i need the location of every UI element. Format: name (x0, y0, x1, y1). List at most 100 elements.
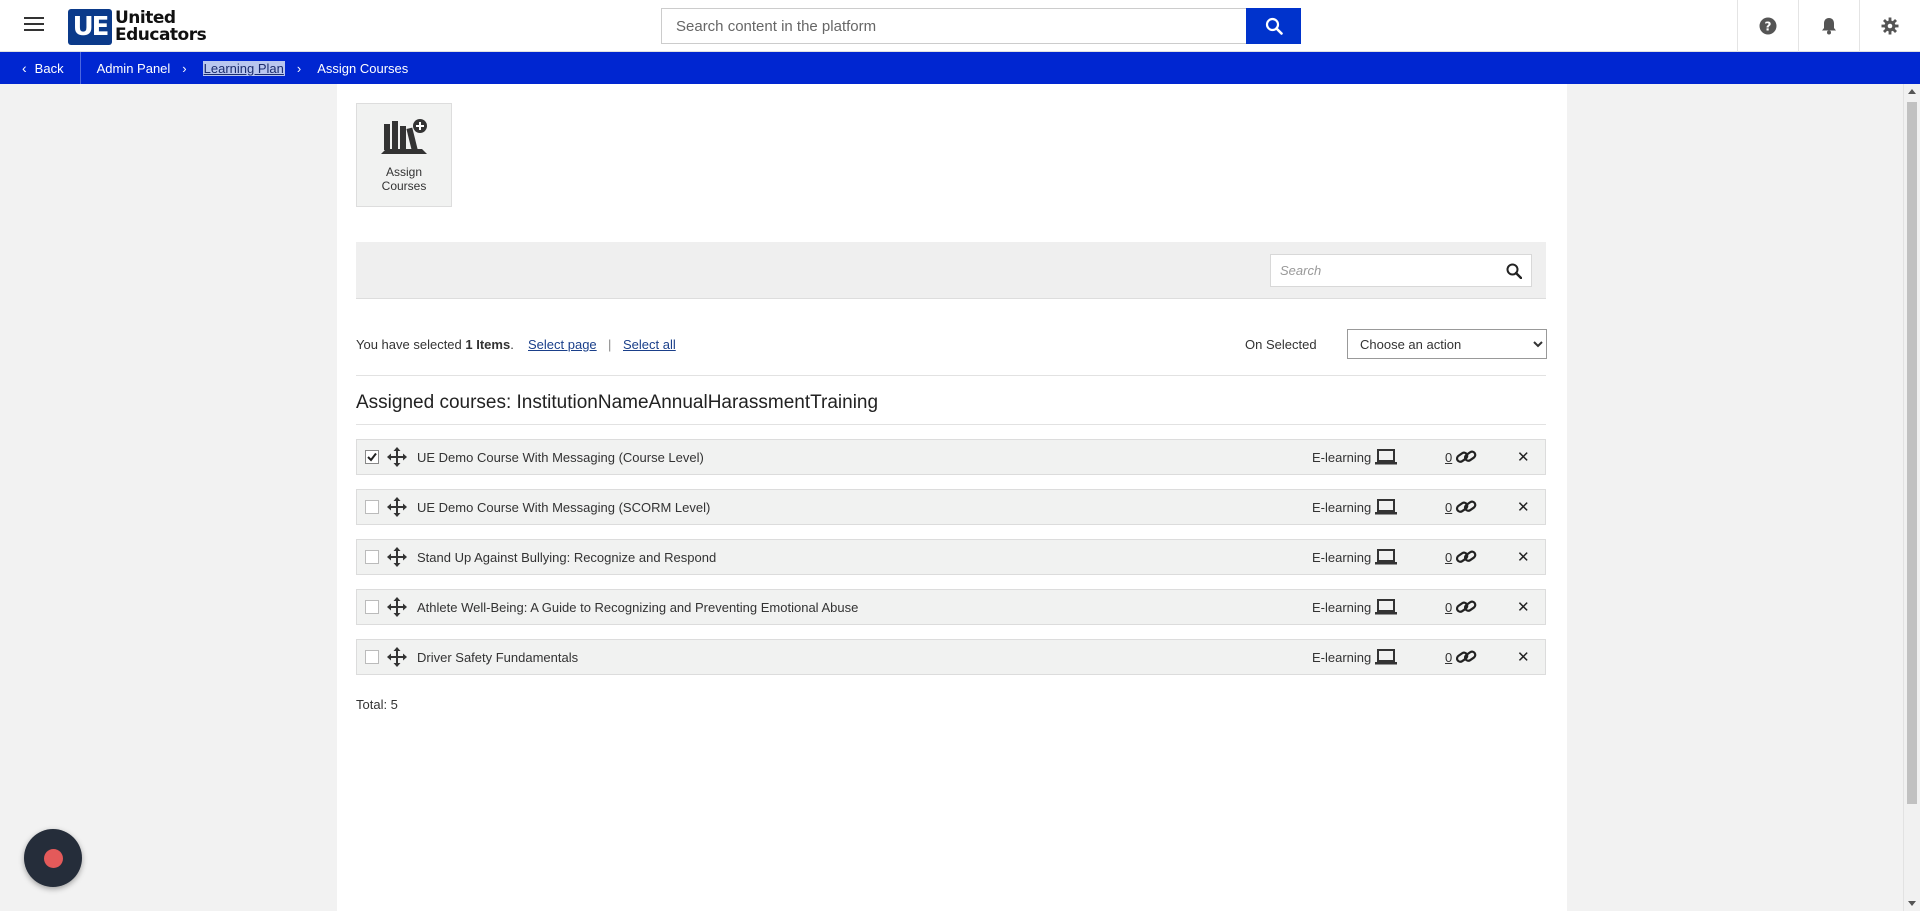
row-checkbox[interactable] (365, 650, 379, 664)
search-icon (1506, 263, 1522, 279)
assign-courses-button[interactable]: Assign Courses (356, 103, 452, 207)
close-icon[interactable]: ✕ (1517, 598, 1530, 616)
link-icon[interactable] (1455, 598, 1477, 619)
page-scrollbar[interactable] (1903, 84, 1920, 911)
books-add-icon (357, 118, 451, 161)
course-search-input[interactable] (1271, 255, 1497, 286)
top-header: UE United Educators ? (0, 0, 1920, 52)
course-row[interactable]: UE Demo Course With Messaging (SCORM Lev… (356, 489, 1546, 525)
move-handle-icon[interactable] (387, 597, 407, 617)
filter-bar (356, 242, 1546, 299)
row-checkbox[interactable] (365, 600, 379, 614)
global-search (661, 8, 1301, 44)
chevron-right-icon: › (182, 60, 187, 76)
link-icon[interactable] (1455, 548, 1477, 569)
header-actions: ? (1737, 0, 1920, 52)
global-search-button[interactable] (1246, 8, 1301, 44)
course-link-count[interactable]: 0 (1445, 550, 1452, 565)
selection-count: 1 Items (465, 337, 511, 352)
notifications-button[interactable] (1798, 0, 1859, 52)
record-button[interactable] (24, 829, 82, 887)
breadcrumb-bar: ‹ Back Admin Panel › Learning Plan › Ass… (0, 52, 1920, 84)
laptop-icon (1375, 549, 1397, 568)
link-icon[interactable] (1455, 648, 1477, 669)
selection-suffix: . (510, 337, 514, 352)
course-link-count[interactable]: 0 (1445, 600, 1452, 615)
scroll-down-arrow-icon[interactable] (1908, 901, 1916, 906)
course-name: Athlete Well-Being: A Guide to Recognizi… (417, 600, 859, 615)
search-icon (1265, 17, 1283, 35)
record-icon (43, 848, 63, 868)
close-icon[interactable]: ✕ (1517, 498, 1530, 516)
back-button[interactable]: ‹ Back (0, 52, 81, 84)
scroll-thumb[interactable] (1907, 102, 1917, 804)
bulk-action-select[interactable]: Choose an action (1347, 329, 1547, 359)
svg-text:?: ? (1765, 20, 1772, 34)
logo-text: United Educators (115, 10, 207, 45)
selection-row: You have selected 1 Items. Select page |… (356, 329, 1547, 359)
assign-courses-label-line2: Courses (381, 179, 427, 193)
chevron-right-icon: › (296, 60, 302, 76)
chevron-left-icon: ‹ (22, 60, 27, 76)
course-row[interactable]: Athlete Well-Being: A Guide to Recognizi… (356, 589, 1546, 625)
total-count: Total: 5 (356, 697, 398, 712)
help-icon: ? (1759, 17, 1777, 35)
course-type: E-learning (1312, 650, 1372, 665)
row-checkbox[interactable] (365, 500, 379, 514)
laptop-icon (1375, 499, 1397, 518)
hamburger-menu-icon[interactable] (24, 17, 44, 33)
laptop-icon (1375, 449, 1397, 468)
course-link-count[interactable]: 0 (1445, 500, 1452, 515)
logo[interactable]: UE United Educators (68, 8, 207, 46)
assigned-courses-title: Assigned courses: InstitutionNameAnnualH… (356, 392, 879, 413)
divider (356, 424, 1546, 425)
move-handle-icon[interactable] (387, 497, 407, 517)
breadcrumb-assign-courses: Assign Courses (317, 60, 409, 76)
row-checkbox[interactable] (365, 550, 379, 564)
selection-summary: You have selected 1 Items. (356, 337, 514, 352)
course-link-count[interactable]: 0 (1445, 650, 1452, 665)
settings-button[interactable] (1859, 0, 1920, 52)
link-icon[interactable] (1455, 498, 1477, 519)
course-name: Stand Up Against Bullying: Recognize and… (417, 550, 717, 565)
scroll-up-arrow-icon[interactable] (1908, 89, 1916, 94)
course-row[interactable]: Stand Up Against Bullying: Recognize and… (356, 539, 1546, 575)
course-row[interactable]: Driver Safety Fundamentals E-learning 0 … (356, 639, 1546, 675)
course-name: UE Demo Course With Messaging (Course Le… (417, 450, 704, 465)
back-label: Back (34, 60, 64, 76)
assign-courses-label: Assign Courses (357, 165, 451, 193)
row-checkbox[interactable] (365, 450, 379, 464)
course-search (1270, 254, 1532, 287)
laptop-icon (1375, 599, 1397, 618)
selection-prefix: You have selected (356, 337, 466, 352)
course-row[interactable]: UE Demo Course With Messaging (Course Le… (356, 439, 1546, 475)
on-selected-label: On Selected (1245, 337, 1317, 352)
breadcrumb-learning-plan[interactable]: Learning Plan (202, 60, 285, 76)
gear-icon (1881, 17, 1899, 35)
select-all-link[interactable]: Select all (623, 337, 676, 352)
course-link-count[interactable]: 0 (1445, 450, 1452, 465)
course-search-button[interactable] (1497, 255, 1531, 286)
link-icon[interactable] (1455, 448, 1477, 469)
divider (356, 375, 1546, 376)
move-handle-icon[interactable] (387, 647, 407, 667)
logo-mark: UE (68, 9, 112, 45)
logo-line-2: Educators (115, 25, 207, 45)
main-panel: Assign Courses You have selected 1 Items… (337, 84, 1567, 911)
global-search-input[interactable] (661, 8, 1246, 44)
close-icon[interactable]: ✕ (1517, 448, 1530, 466)
select-page-link[interactable]: Select page (528, 337, 597, 352)
move-handle-icon[interactable] (387, 547, 407, 567)
check-icon (367, 452, 377, 462)
close-icon[interactable]: ✕ (1517, 648, 1530, 666)
laptop-icon (1375, 649, 1397, 668)
move-handle-icon[interactable] (387, 447, 407, 467)
help-button[interactable]: ? (1737, 0, 1798, 52)
course-name: Driver Safety Fundamentals (417, 650, 579, 665)
course-type: E-learning (1312, 600, 1372, 615)
breadcrumb-admin-panel[interactable]: Admin Panel (97, 61, 171, 76)
selection-separator: | (608, 337, 612, 352)
course-type: E-learning (1312, 450, 1372, 465)
course-type: E-learning (1312, 500, 1372, 515)
close-icon[interactable]: ✕ (1517, 548, 1530, 566)
